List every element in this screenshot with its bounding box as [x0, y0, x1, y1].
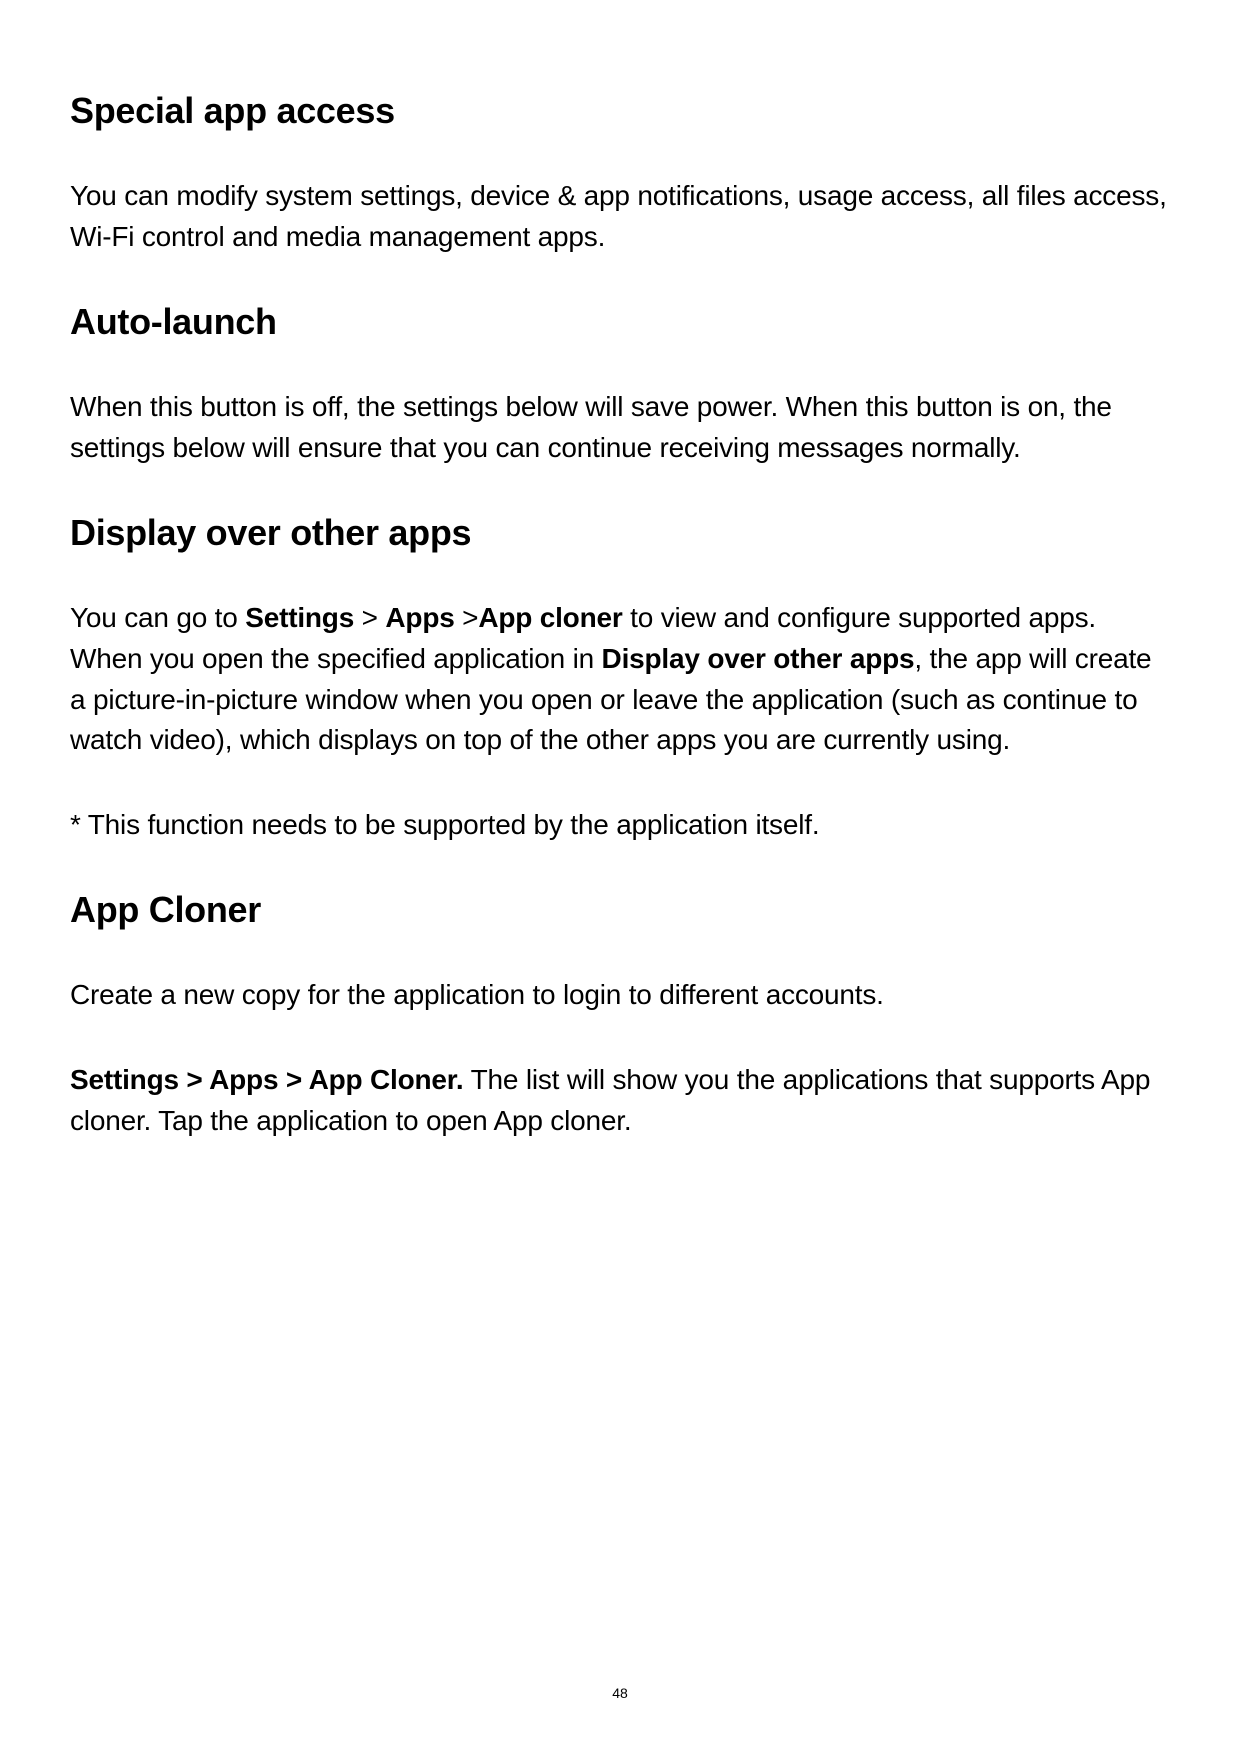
section-app-cloner: App Cloner Create a new copy for the app…	[70, 889, 1170, 1141]
bold-display-over-other-apps: Display over other apps	[602, 643, 915, 674]
body-display-over-other-apps: You can go to Settings > Apps >App clone…	[70, 598, 1170, 760]
note-display-over-other-apps: * This function needs to be supported by…	[70, 805, 1170, 846]
body-special-app-access: You can modify system settings, device &…	[70, 176, 1170, 257]
heading-display-over-other-apps: Display over other apps	[70, 512, 1170, 554]
bold-app-cloner-path: Settings > Apps > App Cloner.	[70, 1064, 464, 1095]
text-fragment: You can go to	[70, 602, 245, 633]
page-number: 48	[0, 1685, 1240, 1701]
body-app-cloner-2: Settings > Apps > App Cloner. The list w…	[70, 1060, 1170, 1141]
text-fragment: >	[354, 602, 385, 633]
bold-app-cloner: App cloner	[478, 602, 622, 633]
heading-auto-launch: Auto-launch	[70, 301, 1170, 343]
section-auto-launch: Auto-launch When this button is off, the…	[70, 301, 1170, 468]
text-fragment: >	[455, 602, 479, 633]
section-special-app-access: Special app access You can modify system…	[70, 90, 1170, 257]
heading-special-app-access: Special app access	[70, 90, 1170, 132]
bold-apps: Apps	[385, 602, 454, 633]
bold-settings: Settings	[245, 602, 354, 633]
section-display-over-other-apps: Display over other apps You can go to Se…	[70, 512, 1170, 845]
body-auto-launch: When this button is off, the settings be…	[70, 387, 1170, 468]
body-app-cloner-1: Create a new copy for the application to…	[70, 975, 1170, 1016]
heading-app-cloner: App Cloner	[70, 889, 1170, 931]
